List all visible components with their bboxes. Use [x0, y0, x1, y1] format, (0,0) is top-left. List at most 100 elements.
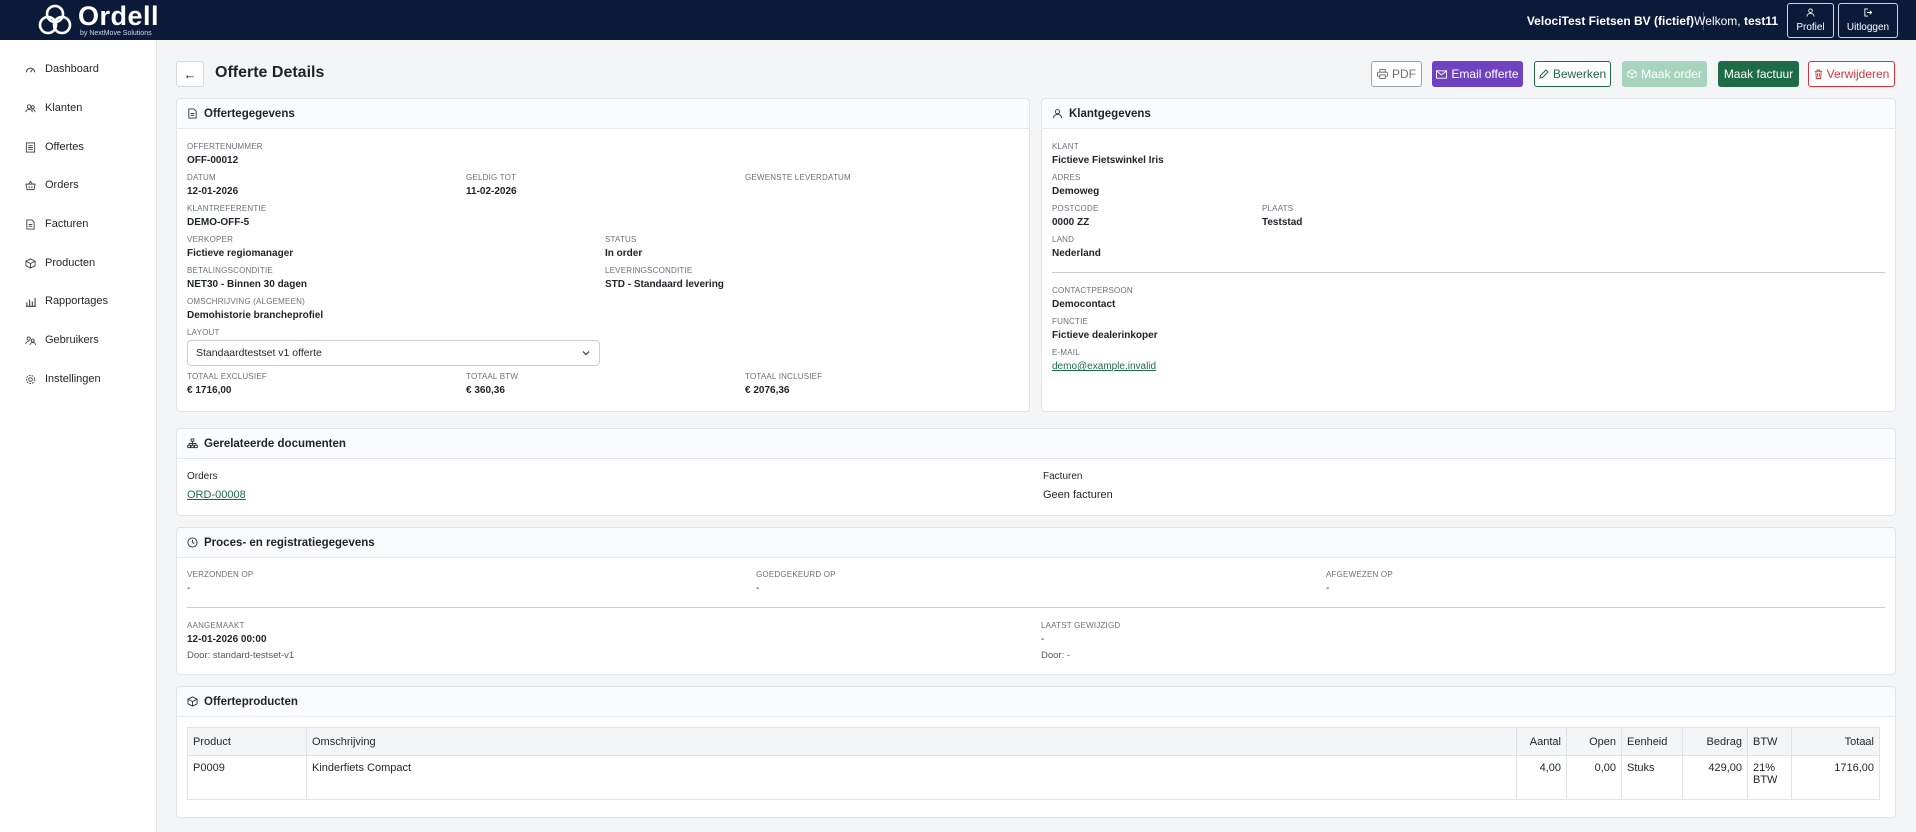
card-title: Proces- en registratiegegevens	[204, 536, 375, 549]
gear-icon	[24, 373, 36, 385]
column-header-unit[interactable]: Eenheid	[1621, 727, 1683, 756]
order-link[interactable]: ORD-00008	[187, 489, 246, 501]
sidebar-item-dashboard[interactable]: Dashboard	[24, 60, 99, 78]
profile-label: Profiel	[1796, 22, 1825, 33]
customer-details-card: Klantgegevens KLANT Fictieve Fietswinkel …	[1041, 98, 1896, 412]
related-orders: Orders ORD-00008	[187, 471, 246, 501]
make-invoice-button[interactable]: Maak factuur	[1718, 61, 1799, 87]
contact-person-field: CONTACTPERSOON Democontact	[1052, 286, 1133, 310]
last-modified-field: LAATST GEWIJZIGD - Door: -	[1041, 621, 1121, 661]
sidebar-item-label: Instellingen	[45, 373, 101, 385]
valid-until-field: GELDIG TOT 11-02-2026	[466, 173, 517, 197]
document-list-icon	[24, 141, 36, 153]
back-button[interactable]: ←	[176, 61, 204, 87]
table-header-row: Product Omschrijving Aantal Open Eenheid…	[187, 727, 1880, 756]
edit-button[interactable]: Bewerken	[1534, 61, 1611, 87]
products-table: Product Omschrijving Aantal Open Eenheid…	[187, 727, 1880, 800]
column-header-vat[interactable]: BTW	[1747, 727, 1792, 756]
country-field: LAND Nederland	[1052, 235, 1101, 259]
offer-details-card: Offertegegevens OFFERTENUMMER OFF-00012 D…	[176, 98, 1030, 412]
column-header-quantity[interactable]: Aantal	[1516, 727, 1567, 756]
table-row[interactable]: P0009 Kinderfiets Compact 4,00 0,00 Stuk…	[187, 755, 1880, 800]
column-header-product[interactable]: Product	[187, 727, 307, 756]
layout-select[interactable]: Standaardtestset v1 offerte	[187, 340, 600, 366]
envelope-icon	[1436, 69, 1448, 79]
email-link[interactable]: demo@example.invalid	[1052, 361, 1156, 373]
sidebar-item-label: Facturen	[45, 218, 89, 230]
column-header-open[interactable]: Open	[1566, 727, 1622, 756]
bar-chart-icon	[24, 295, 36, 307]
client-field: KLANT Fictieve Fietswinkel Iris	[1052, 142, 1164, 166]
total-excl-field: TOTAAL EXCLUSIEF € 1716,00	[187, 372, 267, 396]
divider	[1052, 272, 1885, 273]
sidebar-item-gebruikers[interactable]: Gebruikers	[24, 331, 99, 349]
card-header: Klantgegevens	[1042, 99, 1895, 129]
sent-on-field: VERZONDEN OP -	[187, 570, 254, 594]
make-order-label: Maak order	[1641, 67, 1702, 81]
sidebar: Dashboard Klanten Offertes Orders Factur…	[0, 40, 157, 832]
logo-name: Ordell	[78, 1, 160, 31]
column-header-amount[interactable]: Bedrag	[1682, 727, 1748, 756]
cell-quantity: 4,00	[1516, 755, 1567, 800]
cell-product: P0009	[187, 755, 307, 800]
sidebar-item-orders[interactable]: Orders	[24, 176, 79, 194]
cell-vat: 21% BTW	[1747, 755, 1792, 800]
username: test11	[1743, 14, 1778, 28]
sidebar-item-offertes[interactable]: Offertes	[24, 138, 84, 156]
card-header: Offertegegevens	[177, 99, 1029, 129]
email-offer-label: Email offerte	[1451, 67, 1519, 81]
user-icon	[1806, 8, 1815, 20]
offer-number-field: OFFERTENUMMER OFF-00012	[187, 142, 263, 166]
rejected-on-field: AFGEWEZEN OP -	[1326, 570, 1393, 594]
sidebar-item-label: Dashboard	[45, 63, 99, 75]
email-offer-button[interactable]: Email offerte	[1432, 61, 1523, 87]
delete-label: Verwijderen	[1826, 67, 1890, 81]
sidebar-item-label: Rapportages	[45, 295, 108, 307]
customer-reference-field: KLANTREFERENTIE DEMO-OFF-5	[187, 204, 267, 228]
company-name: VelociTest Fietsen BV (fictief)	[1526, 14, 1694, 28]
profile-button[interactable]: Profiel	[1787, 3, 1834, 38]
cell-description: Kinderfiets Compact	[306, 755, 1517, 800]
sidebar-item-label: Klanten	[45, 102, 83, 114]
sidebar-item-facturen[interactable]: Facturen	[24, 215, 88, 233]
users-icon	[24, 102, 36, 114]
box-icon	[24, 257, 36, 269]
user-icon	[1052, 108, 1064, 120]
column-header-description[interactable]: Omschrijving	[306, 727, 1517, 756]
sidebar-item-klanten[interactable]: Klanten	[24, 99, 82, 117]
cell-total: 1716,00	[1791, 755, 1880, 800]
related-documents-card: Gerelateerde documenten Orders ORD-00008…	[176, 428, 1896, 516]
column-header-total[interactable]: Totaal	[1791, 727, 1880, 756]
sidebar-item-instellingen[interactable]: Instellingen	[24, 370, 101, 388]
logout-button[interactable]: Uitloggen	[1838, 3, 1898, 38]
pdf-button[interactable]: PDF	[1371, 61, 1422, 87]
page-title: Offerte Details	[215, 64, 325, 81]
address-field: ADRES Demoweg	[1052, 173, 1100, 197]
sidebar-item-label: Producten	[45, 257, 96, 269]
sidebar-item-label: Offertes	[45, 141, 84, 153]
sidebar-item-rapportages[interactable]: Rapportages	[24, 292, 108, 310]
sidebar-item-label: Gebruikers	[45, 334, 99, 346]
logo-subtitle: by NextMove Solutions	[80, 30, 152, 37]
basket-icon	[24, 179, 36, 191]
logout-icon	[1863, 8, 1873, 20]
welcome-text: Welkom, test11	[1694, 14, 1778, 28]
box-icon	[1627, 69, 1637, 79]
card-title: Klantgegevens	[1069, 107, 1151, 120]
make-order-button[interactable]: Maak order	[1622, 61, 1707, 87]
invoice-icon	[24, 218, 36, 230]
seller-field: VERKOPER Fictieve regiomanager	[187, 235, 294, 259]
card-title: Gerelateerde documenten	[204, 437, 346, 450]
delete-button[interactable]: Verwijderen	[1808, 61, 1895, 87]
cell-open: 0,00	[1566, 755, 1622, 800]
app-logo[interactable]: Ordell by NextMove Solutions	[34, 3, 159, 37]
sitemap-icon	[187, 437, 199, 450]
created-field: AANGEMAAKT 12-01-2026 00:00 Door: standar…	[187, 621, 295, 661]
postcode-field: POSTCODE 0000 ZZ	[1052, 204, 1099, 228]
sidebar-item-producten[interactable]: Producten	[24, 254, 95, 272]
pencil-icon	[1539, 69, 1549, 79]
chevron-down-icon	[582, 351, 590, 356]
document-icon	[187, 107, 199, 120]
logout-label: Uitloggen	[1846, 22, 1890, 33]
payment-condition-field: BETALINGSCONDITIE NET30 - Binnen 30 dagen	[187, 266, 308, 290]
